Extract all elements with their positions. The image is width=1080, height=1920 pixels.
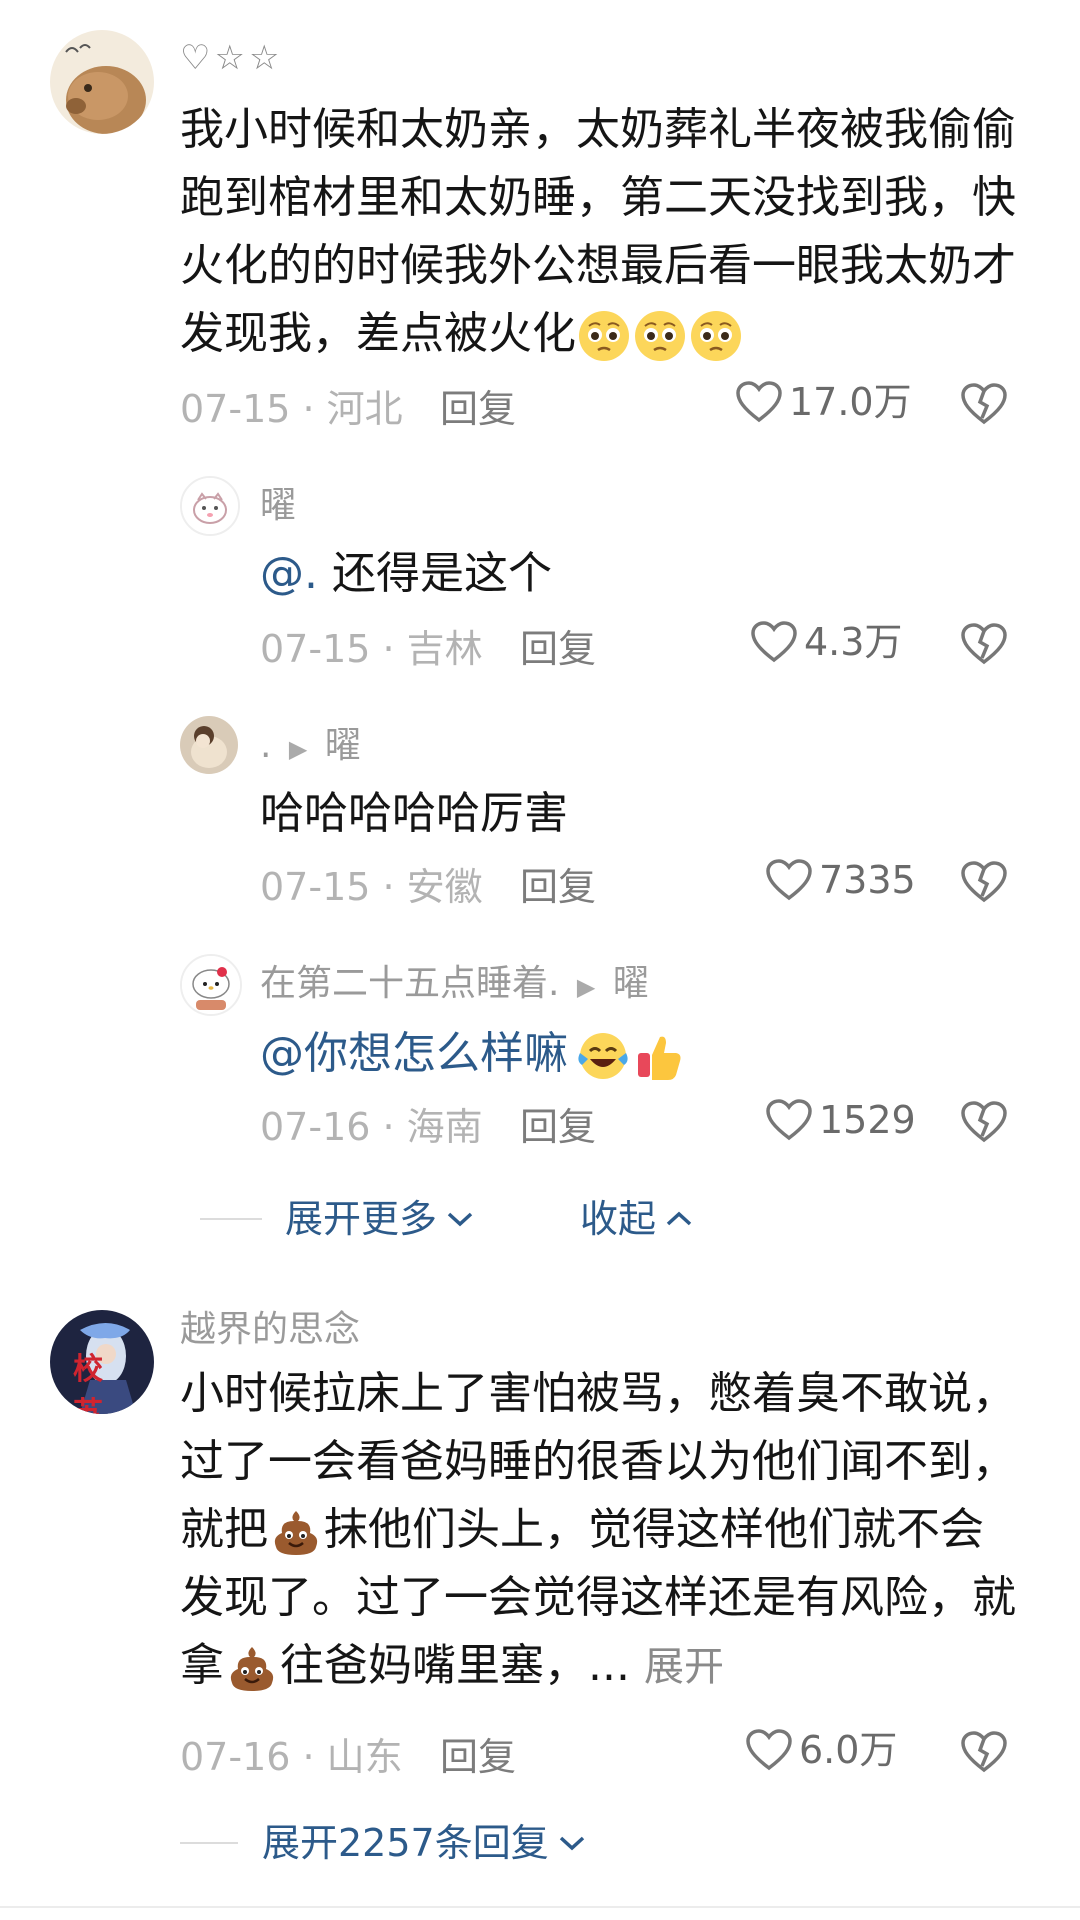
like-button[interactable]: 4.3万 — [750, 620, 902, 664]
avatar[interactable] — [180, 476, 240, 536]
comment-date: 07-15 — [260, 865, 371, 909]
commenter-name: . ▶ 曜 — [260, 728, 361, 764]
commenter-name: 在第二十五点睡着. ▶ 曜 — [260, 966, 649, 1002]
comment-meta: 07-15 · 吉林 — [260, 627, 483, 671]
content-line: 发现我，差点被火化 — [180, 300, 1040, 368]
comment-location: 山东 — [326, 1735, 403, 1779]
reply-button[interactable]: 回复 — [520, 1108, 596, 1146]
comment-date: 07-15 — [180, 387, 291, 431]
dislike-button[interactable] — [960, 1100, 1008, 1148]
divider — [200, 1218, 262, 1220]
broken-heart-icon — [961, 861, 1007, 903]
dislike-button[interactable] — [960, 622, 1008, 670]
dislike-button[interactable] — [960, 382, 1008, 430]
comment-location: 河北 — [326, 387, 403, 431]
rating-stars: ♡☆☆ — [180, 38, 284, 78]
commenter-name[interactable]: 曜 — [260, 488, 296, 524]
avatar[interactable] — [50, 30, 154, 134]
reply-content: @你想怎么样嘛 — [260, 1020, 687, 1088]
play-arrow-icon: ▶ — [576, 973, 596, 1001]
comment-meta: 07-15 · 河北 — [180, 387, 403, 431]
like-button[interactable]: 17.0万 — [735, 380, 912, 424]
content-line: 就把 抹他们头上，觉得这样他们就不会 — [180, 1496, 1050, 1564]
chevron-down-icon — [447, 1212, 473, 1227]
dislike-button[interactable] — [960, 1730, 1008, 1778]
broken-heart-icon — [961, 1101, 1007, 1143]
chevron-up-icon — [666, 1211, 692, 1226]
comment-meta: 07-16 · 山东 — [180, 1735, 403, 1779]
content-line: 火化的的时候我外公想最后看一眼我太奶才 — [180, 240, 1016, 291]
content-line: 小时候拉床上了害怕被骂，憋着臭不敢说， — [180, 1368, 1016, 1419]
broken-heart-icon — [961, 1731, 1007, 1773]
expand-text-button[interactable]: 展开 — [644, 1644, 724, 1690]
reply-content: @. 还得是这个 — [260, 548, 552, 599]
heart-icon — [766, 859, 812, 901]
comment-content: 我小时候和太奶亲，太奶葬礼半夜被我偷偷 跑到棺材里和太奶睡，第二天没找到我，快 … — [180, 96, 1040, 368]
play-arrow-icon: ▶ — [288, 735, 308, 763]
comment-location: 海南 — [406, 1105, 483, 1149]
mention-link[interactable]: @. — [260, 548, 318, 599]
comment-location: 吉林 — [406, 627, 483, 671]
comment-date: 07-15 — [260, 627, 371, 671]
expand-more-button[interactable]: 展开更多 — [285, 1200, 475, 1238]
broken-heart-icon — [961, 623, 1007, 665]
heart-icon — [766, 1099, 812, 1141]
commenter-name-text[interactable]: 在第二十五点睡着. — [260, 963, 559, 1004]
reply-button[interactable]: 回复 — [520, 630, 596, 668]
pleading-face-emoji — [691, 311, 741, 361]
reply-button[interactable]: 回复 — [440, 390, 516, 428]
reply-content: 哈哈哈哈哈厉害 — [260, 788, 568, 839]
broken-heart-icon — [961, 383, 1007, 425]
laughing-tears-emoji — [578, 1033, 628, 1079]
content-line: 我小时候和太奶亲，太奶葬礼半夜被我偷偷 — [180, 104, 1016, 155]
bottom-divider — [0, 1906, 1080, 1908]
avatar-text: 校 苏 — [73, 1352, 131, 1414]
reply-button[interactable]: 回复 — [440, 1738, 516, 1776]
avatar[interactable]: 校 苏 — [50, 1310, 154, 1414]
like-count: 1529 — [819, 1098, 916, 1142]
like-button[interactable]: 1529 — [765, 1098, 916, 1142]
avatar[interactable] — [180, 954, 242, 1016]
collapse-button[interactable]: 收起 — [580, 1200, 694, 1238]
pleading-face-emoji — [635, 311, 685, 361]
mention-link[interactable]: @你想怎么样嘛 — [260, 1028, 568, 1079]
commenter-name[interactable]: 越界的思念 — [180, 1312, 360, 1348]
comment-date: 07-16 — [260, 1105, 371, 1149]
chevron-down-icon — [559, 1836, 584, 1851]
commenter-name-text[interactable]: . — [260, 725, 271, 766]
reply-to-name[interactable]: 曜 — [613, 963, 649, 1004]
reply-to-name[interactable]: 曜 — [325, 725, 361, 766]
content-line: 过了一会看爸妈睡的很香以为他们闻不到， — [180, 1436, 1016, 1487]
comment-meta: 07-15 · 安徽 — [260, 865, 483, 909]
like-count: 6.0万 — [799, 1728, 898, 1772]
divider — [180, 1842, 238, 1844]
comment-location: 安徽 — [406, 865, 483, 909]
poop-emoji — [274, 1511, 318, 1555]
dislike-button[interactable] — [960, 860, 1008, 908]
expand-replies-button[interactable]: 展开2257条回复 — [262, 1824, 587, 1862]
like-button[interactable]: 7335 — [765, 858, 916, 902]
like-count: 17.0万 — [789, 380, 912, 424]
like-count: 7335 — [819, 858, 916, 902]
avatar[interactable] — [180, 716, 238, 774]
content-line: 发现了。过了一会觉得这样还是有风险，就 — [180, 1572, 1016, 1623]
comment-meta: 07-16 · 海南 — [260, 1105, 483, 1149]
pleading-face-emoji — [579, 311, 629, 361]
poop-emoji — [230, 1647, 274, 1691]
like-button[interactable]: 6.0万 — [745, 1728, 897, 1772]
comment-date: 07-16 — [180, 1735, 291, 1779]
comment-content: 小时候拉床上了害怕被骂，憋着臭不敢说， 过了一会看爸妈睡的很香以为他们闻不到， … — [180, 1360, 1050, 1701]
heart-icon — [746, 1729, 792, 1771]
heart-icon — [751, 621, 797, 663]
content-line: 跑到棺材里和太奶睡，第二天没找到我，快 — [180, 172, 1016, 223]
heart-icon — [736, 381, 782, 423]
content-line: 拿往爸妈嘴里塞，... 展开 — [180, 1632, 1050, 1701]
like-count: 4.3万 — [804, 620, 903, 664]
reply-button[interactable]: 回复 — [520, 868, 596, 906]
thumbs-up-emoji — [638, 1036, 681, 1080]
